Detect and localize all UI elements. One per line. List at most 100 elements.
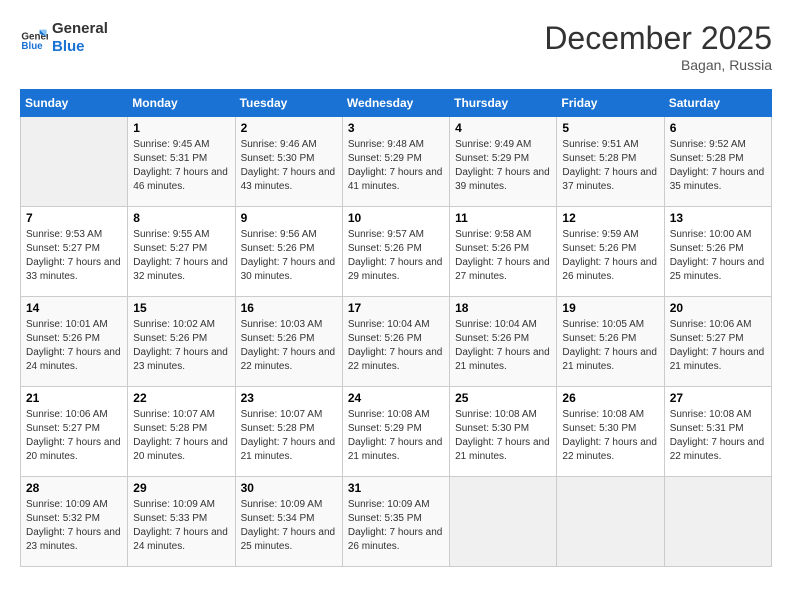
- day-cell: 10Sunrise: 9:57 AMSunset: 5:26 PMDayligh…: [342, 207, 449, 297]
- day-info: Sunrise: 9:52 AMSunset: 5:28 PMDaylight:…: [670, 138, 766, 194]
- day-info: Sunrise: 9:56 AMSunset: 5:26 PMDaylight:…: [241, 228, 337, 284]
- logo-icon: General Blue: [20, 24, 48, 52]
- day-cell: 8Sunrise: 9:55 AMSunset: 5:27 PMDaylight…: [128, 207, 235, 297]
- day-number: 15: [133, 301, 229, 315]
- day-cell: 11 Sunrise: 9:58 AMSunset: 5:26 PMDayligh…: [450, 207, 557, 297]
- day-number: 17: [348, 301, 444, 315]
- day-number: 28: [26, 481, 122, 495]
- day-info: Sunrise: 10:07 AMSunset: 5:28 PMDaylight…: [241, 408, 337, 464]
- day-info: Sunrise: 9:53 AMSunset: 5:27 PMDaylight:…: [26, 228, 122, 284]
- day-info: Sunrise: 10:09 AMSunset: 5:34 PMDaylight…: [241, 498, 337, 554]
- day-info: Sunrise: 9:58 AMSunset: 5:26 PMDaylight:…: [455, 228, 551, 284]
- header-cell-thursday: Thursday: [450, 90, 557, 117]
- day-info: Sunrise: 10:04 AMSunset: 5:26 PMDaylight…: [455, 318, 551, 374]
- day-cell: 4Sunrise: 9:49 AMSunset: 5:29 PMDaylight…: [450, 117, 557, 207]
- day-cell: [450, 477, 557, 567]
- day-info: Sunrise: 10:00 AMSunset: 5:26 PMDaylight…: [670, 228, 766, 284]
- day-info: Sunrise: 10:08 AMSunset: 5:31 PMDaylight…: [670, 408, 766, 464]
- day-info: Sunrise: 10:09 AMSunset: 5:33 PMDaylight…: [133, 498, 229, 554]
- day-cell: 15 Sunrise: 10:02 AMSunset: 5:26 PMDaylig…: [128, 297, 235, 387]
- day-number: 9: [241, 211, 337, 225]
- day-cell: [557, 477, 664, 567]
- title-area: December 2025 Bagan, Russia: [544, 20, 772, 73]
- day-number: 20: [670, 301, 766, 315]
- day-info: Sunrise: 10:09 AMSunset: 5:32 PMDaylight…: [26, 498, 122, 554]
- day-cell: 23 Sunrise: 10:07 AMSunset: 5:28 PMDaylig…: [235, 387, 342, 477]
- day-cell: 13 Sunrise: 10:00 AMSunset: 5:26 PMDaylig…: [664, 207, 771, 297]
- day-number: 26: [562, 391, 658, 405]
- day-number: 6: [670, 121, 766, 135]
- day-number: 21: [26, 391, 122, 405]
- day-cell: 17 Sunrise: 10:04 AMSunset: 5:26 PMDaylig…: [342, 297, 449, 387]
- day-cell: 9 Sunrise: 9:56 AMSunset: 5:26 PMDaylight…: [235, 207, 342, 297]
- day-cell: 1 Sunrise: 9:45 AMSunset: 5:31 PMDaylight…: [128, 117, 235, 207]
- day-info: Sunrise: 10:08 AMSunset: 5:30 PMDaylight…: [455, 408, 551, 464]
- day-info: Sunrise: 10:06 AMSunset: 5:27 PMDaylight…: [26, 408, 122, 464]
- day-cell: 2 Sunrise: 9:46 AMSunset: 5:30 PMDaylight…: [235, 117, 342, 207]
- day-number: 22: [133, 391, 229, 405]
- day-number: 4: [455, 121, 551, 135]
- day-number: 13: [670, 211, 766, 225]
- logo-line1: General: [52, 20, 108, 38]
- day-info: Sunrise: 9:59 AMSunset: 5:26 PMDaylight:…: [562, 228, 658, 284]
- day-number: 31: [348, 481, 444, 495]
- day-info: Sunrise: 9:46 AMSunset: 5:30 PMDaylight:…: [241, 138, 337, 194]
- day-cell: 30Sunrise: 10:09 AMSunset: 5:34 PMDaylig…: [235, 477, 342, 567]
- day-cell: 21 Sunrise: 10:06 AMSunset: 5:27 PMDaylig…: [21, 387, 128, 477]
- day-cell: 31 Sunrise: 10:09 AMSunset: 5:35 PMDaylig…: [342, 477, 449, 567]
- day-number: 11: [455, 211, 551, 225]
- day-cell: 3 Sunrise: 9:48 AMSunset: 5:29 PMDaylight…: [342, 117, 449, 207]
- week-row-4: 21 Sunrise: 10:06 AMSunset: 5:27 PMDaylig…: [21, 387, 772, 477]
- day-cell: 29Sunrise: 10:09 AMSunset: 5:33 PMDaylig…: [128, 477, 235, 567]
- day-info: Sunrise: 10:01 AMSunset: 5:26 PMDaylight…: [26, 318, 122, 374]
- day-cell: [664, 477, 771, 567]
- day-info: Sunrise: 10:08 AMSunset: 5:29 PMDaylight…: [348, 408, 444, 464]
- logo-line2: Blue: [52, 38, 108, 56]
- week-row-2: 7Sunrise: 9:53 AMSunset: 5:27 PMDaylight…: [21, 207, 772, 297]
- day-info: Sunrise: 10:09 AMSunset: 5:35 PMDaylight…: [348, 498, 444, 554]
- day-info: Sunrise: 9:57 AMSunset: 5:26 PMDaylight:…: [348, 228, 444, 284]
- day-cell: 24 Sunrise: 10:08 AMSunset: 5:29 PMDaylig…: [342, 387, 449, 477]
- day-number: 27: [670, 391, 766, 405]
- day-cell: 20 Sunrise: 10:06 AMSunset: 5:27 PMDaylig…: [664, 297, 771, 387]
- day-cell: 5 Sunrise: 9:51 AMSunset: 5:28 PMDaylight…: [557, 117, 664, 207]
- header-cell-monday: Monday: [128, 90, 235, 117]
- day-info: Sunrise: 9:51 AMSunset: 5:28 PMDaylight:…: [562, 138, 658, 194]
- week-row-3: 14 Sunrise: 10:01 AMSunset: 5:26 PMDaylig…: [21, 297, 772, 387]
- day-number: 2: [241, 121, 337, 135]
- day-cell: 18 Sunrise: 10:04 AMSunset: 5:26 PMDaylig…: [450, 297, 557, 387]
- day-number: 1: [133, 121, 229, 135]
- day-cell: 28 Sunrise: 10:09 AMSunset: 5:32 PMDaylig…: [21, 477, 128, 567]
- svg-text:Blue: Blue: [21, 41, 43, 52]
- week-row-1: 1 Sunrise: 9:45 AMSunset: 5:31 PMDaylight…: [21, 117, 772, 207]
- day-info: Sunrise: 9:45 AMSunset: 5:31 PMDaylight:…: [133, 138, 229, 194]
- calendar-table: SundayMondayTuesdayWednesdayThursdayFrid…: [20, 89, 772, 567]
- header-cell-friday: Friday: [557, 90, 664, 117]
- day-cell: 12Sunrise: 9:59 AMSunset: 5:26 PMDayligh…: [557, 207, 664, 297]
- location: Bagan, Russia: [544, 57, 772, 73]
- day-info: Sunrise: 9:48 AMSunset: 5:29 PMDaylight:…: [348, 138, 444, 194]
- day-cell: 22 Sunrise: 10:07 AMSunset: 5:28 PMDaylig…: [128, 387, 235, 477]
- day-cell: 25Sunrise: 10:08 AMSunset: 5:30 PMDaylig…: [450, 387, 557, 477]
- day-info: Sunrise: 10:02 AMSunset: 5:26 PMDaylight…: [133, 318, 229, 374]
- day-info: Sunrise: 10:04 AMSunset: 5:26 PMDaylight…: [348, 318, 444, 374]
- day-number: 19: [562, 301, 658, 315]
- header-cell-wednesday: Wednesday: [342, 90, 449, 117]
- day-number: 24: [348, 391, 444, 405]
- day-number: 3: [348, 121, 444, 135]
- day-cell: 6 Sunrise: 9:52 AMSunset: 5:28 PMDaylight…: [664, 117, 771, 207]
- day-info: Sunrise: 10:03 AMSunset: 5:26 PMDaylight…: [241, 318, 337, 374]
- day-cell: 16Sunrise: 10:03 AMSunset: 5:26 PMDaylig…: [235, 297, 342, 387]
- day-info: Sunrise: 10:06 AMSunset: 5:27 PMDaylight…: [670, 318, 766, 374]
- day-number: 23: [241, 391, 337, 405]
- day-info: Sunrise: 10:08 AMSunset: 5:30 PMDaylight…: [562, 408, 658, 464]
- day-number: 18: [455, 301, 551, 315]
- logo: General Blue General Blue: [20, 20, 108, 56]
- day-cell: 27 Sunrise: 10:08 AMSunset: 5:31 PMDaylig…: [664, 387, 771, 477]
- day-cell: 26 Sunrise: 10:08 AMSunset: 5:30 PMDaylig…: [557, 387, 664, 477]
- day-cell: 7Sunrise: 9:53 AMSunset: 5:27 PMDaylight…: [21, 207, 128, 297]
- day-info: Sunrise: 10:07 AMSunset: 5:28 PMDaylight…: [133, 408, 229, 464]
- day-number: 14: [26, 301, 122, 315]
- day-info: Sunrise: 10:05 AMSunset: 5:26 PMDaylight…: [562, 318, 658, 374]
- day-number: 5: [562, 121, 658, 135]
